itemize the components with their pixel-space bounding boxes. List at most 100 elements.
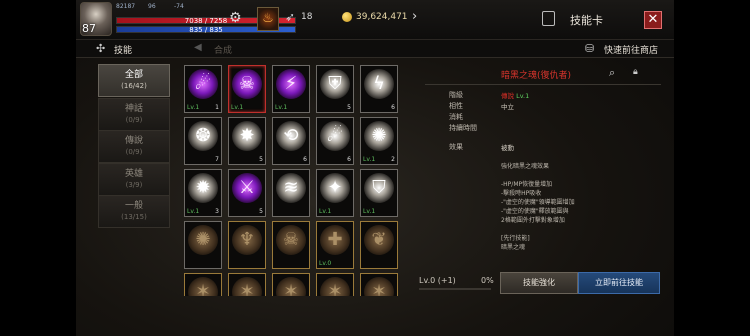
enhance-progress-bar [419, 288, 491, 290]
category-label: 全部 [124, 70, 143, 80]
gold-amount: 39,624,471 [356, 12, 408, 22]
bronze-rune-icon: ✶ [232, 277, 262, 296]
effect-description: 強化暗黑之魂效果 -HP/MP恢復量增加 -擊殺時HP吸收 -"虛空的使魔"領導… [501, 163, 575, 251]
skill-tile[interactable]: ☄ Lv.1 1 [184, 65, 222, 113]
skill-tile[interactable]: ✚ Lv.0 [316, 221, 354, 269]
shop-icon: ⛁ [585, 42, 595, 55]
category-label: 英雄 [124, 169, 143, 179]
search-icon[interactable]: ⌕ [609, 66, 615, 80]
bronze-rune-icon: ✶ [364, 277, 394, 296]
skill-tile[interactable]: ⟲ 6 [272, 117, 310, 165]
category-all[interactable]: 全部 (16/42) [98, 64, 170, 97]
star-wings-icon: ✦ [320, 173, 350, 203]
card-count: 3 [215, 208, 219, 215]
category-count: (0/9) [125, 116, 143, 124]
skill-level: Lv.1 [363, 208, 376, 215]
skill-level: Lv.1 [231, 104, 244, 111]
category-normal[interactable]: 一般 (13/15) [98, 195, 170, 228]
skill-tile[interactable]: ⚡ Lv.1 [272, 65, 310, 113]
close-button[interactable]: ✕ [644, 11, 662, 29]
buff-slot-icon[interactable]: ♨ [257, 7, 279, 31]
go-to-skill-button[interactable]: 立即前往技能 [578, 272, 660, 294]
wind-slash-icon: ≋ [276, 173, 306, 203]
category-count: (16/42) [121, 82, 147, 90]
bronze-rune-icon: ✶ [188, 277, 218, 296]
category-count: (13/15) [121, 213, 147, 221]
purple-slash-icon: ⚔ [232, 173, 262, 203]
skill-card-icon [542, 11, 555, 26]
bronze-figure-icon: ♆ [232, 225, 262, 255]
skill-level: Lv.1 [275, 104, 288, 111]
grade-level: Lv.1 [516, 92, 530, 100]
card-count: 1 [215, 104, 219, 111]
skill-tile[interactable]: ☠ [272, 221, 310, 269]
lock-icon[interactable]: 🔒︎ [633, 67, 638, 77]
category-mythic[interactable]: 神話 (0/9) [98, 98, 170, 131]
skill-tile[interactable]: ⚔ 5 [228, 169, 266, 217]
explosion-icon: ✹ [188, 173, 218, 203]
skill-tile[interactable]: ✦ Lv.1 [316, 169, 354, 217]
page-title: 技能卡 [570, 14, 603, 27]
category-count: (0/9) [125, 148, 143, 156]
card-count: 6 [347, 156, 351, 163]
chevron-right-icon[interactable]: › [412, 9, 417, 24]
skill-tile[interactable]: ϟ6 [360, 65, 398, 113]
flame-wave-icon: ❂ [188, 121, 218, 151]
skill-tile[interactable]: ⛨ 5 [316, 65, 354, 113]
skill-tile[interactable]: ⛉ Lv.1 [360, 169, 398, 217]
card-count: 7 [215, 156, 219, 163]
skill-tile[interactable]: ♆ [228, 221, 266, 269]
effect-label: 效果 [449, 143, 463, 151]
skill-tile[interactable]: ✶ [316, 273, 354, 296]
lightning-icon: ϟ [364, 69, 394, 99]
skill-tile[interactable]: ❂ 7 [184, 117, 222, 165]
bronze-blast-icon: ✺ [188, 225, 218, 255]
cost-label: 消耗 [449, 113, 463, 121]
skill-grid: ☄ Lv.1 1 ☠ Lv.1 ⚡ Lv.1 ⛨ 5 ϟ 6 ❂ 7 ✸ 5 ⟲ 6 ☄ 6 ✺ Lv.1 2 ✹ Lv.1 3… [184, 64, 408, 296]
wing-slash-icon: ⟲ [276, 121, 306, 151]
category-label: 傳說 [124, 136, 143, 146]
card-count: 6 [303, 156, 307, 163]
skill-enhance-button[interactable]: 技能強化 [500, 272, 578, 294]
card-count: 2 [391, 156, 395, 163]
screen: 87 82187 96 -74 7038 / 7258 835 / 835 ⚙ … [0, 0, 750, 336]
stat-a: 82187 [116, 3, 136, 10]
skill-tile[interactable]: ✺ [184, 221, 222, 269]
skill-tile[interactable]: ✶ [184, 273, 222, 296]
skill-tile[interactable]: ≋ [272, 169, 310, 217]
skill-tile[interactable]: ✶ [272, 273, 310, 296]
skill-tile[interactable]: ✺ Lv.1 2 [360, 117, 398, 165]
category-legend[interactable]: 傳說 (0/9) [98, 130, 170, 163]
gear-icon[interactable]: ⚙ [229, 10, 245, 26]
comet-icon: ☄ [320, 121, 350, 151]
tab-bar: ✣ 技能 ◀ 合成 ⛁ 快速前往商店 [76, 40, 674, 58]
skill-tile[interactable]: ☄ 6 [316, 117, 354, 165]
tab-compose[interactable]: 合成 [214, 43, 232, 56]
card-count: 5 [259, 208, 263, 215]
skill-tile[interactable]: ✹ Lv.1 3 [184, 169, 222, 217]
skill-level: Lv.1 [319, 208, 332, 215]
affinity-value: 中立 [501, 103, 514, 111]
bronze-cross-icon: ✚ [320, 225, 350, 255]
skill-tile[interactable]: ✸ 5 [228, 117, 266, 165]
shield-icon: ⛨ [320, 69, 350, 99]
duration-label: 持續時間 [449, 124, 477, 132]
category-label: 一般 [124, 201, 143, 211]
grade-label: 階級 [449, 91, 463, 99]
purple-comet-icon: ☄ [188, 69, 218, 99]
skill-tile[interactable]: ❦ [360, 221, 398, 269]
tab-skill[interactable]: 技能 [114, 43, 132, 56]
skill-level: Lv.1 [187, 104, 200, 111]
shop-link[interactable]: 快速前往商店 [604, 43, 658, 56]
grade-value: 傳說 Lv.1 [501, 90, 529, 100]
skill-level: Lv.1 [187, 208, 200, 215]
top-hud: 87 82187 96 -74 7038 / 7258 835 / 835 ⚙ … [76, 0, 674, 40]
sun-emblem-icon: ✺ [364, 121, 394, 151]
compose-tab-icon: ◀ [194, 42, 202, 53]
category-hero[interactable]: 英雄 (3/9) [98, 163, 170, 196]
skill-tile[interactable]: ☠ Lv.1 [228, 65, 266, 113]
skill-tab-icon: ✣ [96, 42, 106, 55]
skill-tile[interactable]: ✶ [228, 273, 266, 296]
feather-icon: ➶ [285, 10, 296, 24]
skill-tile[interactable]: ✶ [360, 273, 398, 296]
